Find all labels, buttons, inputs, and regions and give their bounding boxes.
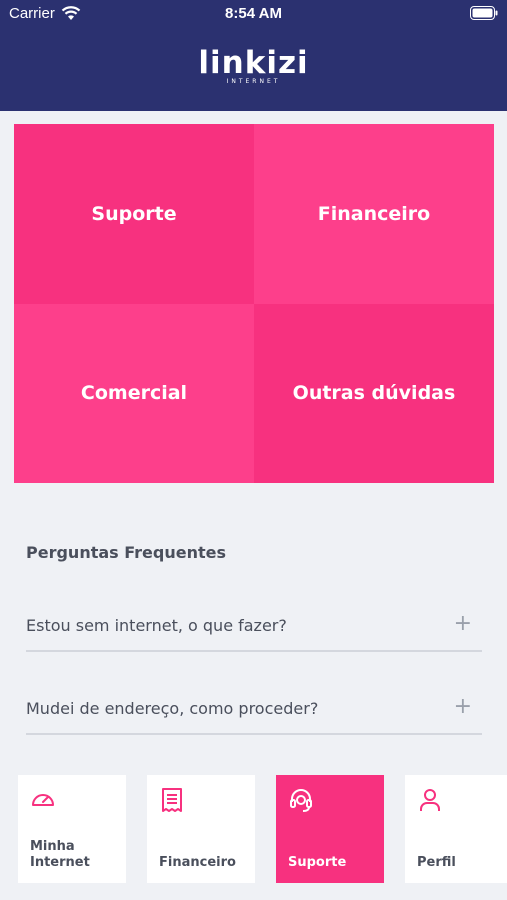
plus-icon[interactable]: +: [454, 612, 472, 636]
tile-comercial[interactable]: Comercial: [14, 303, 254, 483]
faq-question: Mudei de endereço, como proceder?: [26, 699, 319, 718]
plus-icon[interactable]: +: [454, 695, 472, 719]
faq-item[interactable]: Estou sem internet, o que fazer? +: [26, 612, 482, 652]
status-bar: Carrier 8:54 AM: [0, 0, 507, 26]
battery-icon: [470, 6, 498, 20]
nav-label: Minha Internet: [30, 839, 90, 870]
speedometer-icon: [32, 794, 54, 806]
tile-financeiro[interactable]: Financeiro: [254, 124, 494, 304]
menu-grid: Suporte Financeiro Comercial Outras dúvi…: [14, 124, 494, 483]
nav-label: Suporte: [288, 855, 347, 870]
clock-time: 8:54 AM: [225, 5, 282, 22]
headset-icon: [290, 789, 312, 812]
brand-logo: linkizi INTERNET: [0, 46, 507, 86]
tile-label: Suporte: [91, 202, 177, 225]
faq-question: Estou sem internet, o que fazer?: [26, 616, 287, 635]
faq-section-title: Perguntas Frequentes: [26, 543, 226, 562]
nav-label: Financeiro: [159, 855, 236, 870]
nav-financeiro[interactable]: Financeiro: [147, 775, 255, 883]
nav-perfil[interactable]: Perfil: [405, 775, 507, 883]
nav-suporte[interactable]: Suporte: [276, 775, 384, 883]
faq-item[interactable]: Mudei de endereço, como proceder? +: [26, 695, 482, 735]
tile-label: Financeiro: [317, 202, 431, 225]
tile-outras-duvidas[interactable]: Outras dúvidas: [254, 303, 494, 483]
tile-label: Comercial: [80, 382, 188, 405]
logo-wordmark: linkizi: [198, 45, 309, 81]
tile-label: Outras dúvidas: [292, 382, 456, 405]
tile-suporte[interactable]: Suporte: [14, 124, 254, 304]
app-header: linkizi INTERNET: [0, 26, 507, 111]
nav-minha-internet[interactable]: Minha Internet: [18, 775, 126, 883]
nav-label: Perfil: [417, 855, 456, 870]
receipt-icon: [162, 788, 182, 812]
logo-subtext: INTERNET: [226, 78, 281, 85]
user-icon: [420, 789, 440, 811]
